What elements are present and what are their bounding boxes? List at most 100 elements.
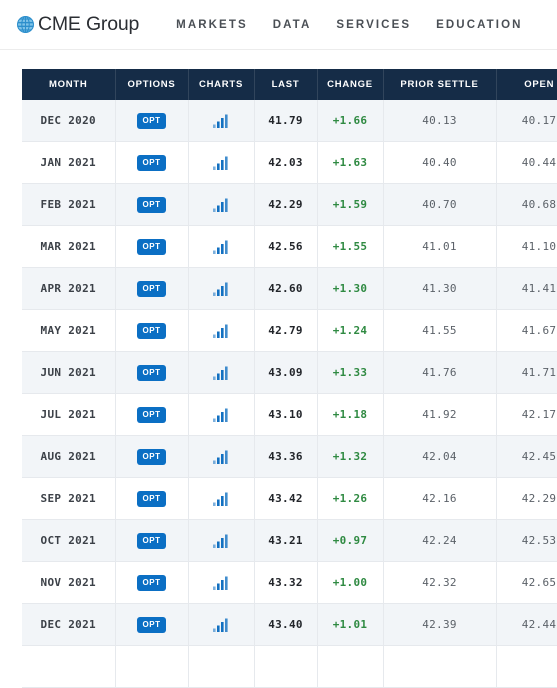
cell-change: +1.01 <box>317 603 384 646</box>
cell-last: 41.79 <box>254 100 318 142</box>
bar-chart-icon[interactable] <box>212 366 230 380</box>
cell-charts <box>188 351 255 394</box>
bar-chart-icon[interactable] <box>212 198 230 212</box>
cell-options: OPT <box>115 393 189 436</box>
cell-change: +1.24 <box>317 309 384 352</box>
cell-change: +1.66 <box>317 100 384 142</box>
brand-name: CME Group <box>38 13 140 35</box>
table-row[interactable]: JUL 2021 OPT 43.10 +1.18 41.92 42.17 <box>22 393 557 436</box>
cell-change: +1.18 <box>317 393 384 436</box>
opt-badge-button[interactable]: OPT <box>136 154 167 171</box>
column-header-change[interactable]: CHANGE <box>317 69 384 100</box>
table-row[interactable]: MAR 2021 OPT 42.56 +1.55 41.01 41.10 <box>22 225 557 268</box>
cell-options: OPT <box>115 603 189 646</box>
column-header-options[interactable]: OPTIONS <box>115 69 189 100</box>
opt-badge-button[interactable]: OPT <box>136 238 167 255</box>
table-row[interactable]: MAY 2021 OPT 42.79 +1.24 41.55 41.67 <box>22 309 557 352</box>
opt-badge-button[interactable]: OPT <box>136 532 167 549</box>
brand-logo[interactable]: CME Group <box>17 13 139 36</box>
cell-last: 42.79 <box>254 309 318 352</box>
cell-last: 43.40 <box>254 603 318 646</box>
opt-badge-button[interactable]: OPT <box>136 112 167 129</box>
bar-chart-icon[interactable] <box>212 156 230 170</box>
cell-prior-settle: 42.32 <box>383 561 497 604</box>
nav-item-education[interactable]: EDUCATION <box>436 19 522 31</box>
quotes-table-head: MONTH OPTIONS CHARTS LAST CHANGE PRIOR S… <box>22 69 557 100</box>
cell-last: 43.32 <box>254 561 318 604</box>
table-row[interactable]: JAN 2021 OPT 42.03 +1.63 40.40 40.44 <box>22 141 557 184</box>
cell-prior-settle: 40.13 <box>383 100 497 142</box>
opt-badge-button[interactable]: OPT <box>136 196 167 213</box>
opt-badge-button[interactable]: OPT <box>136 616 167 633</box>
bar-chart-icon[interactable] <box>212 114 230 128</box>
cell-empty <box>383 645 497 688</box>
opt-badge-button[interactable]: OPT <box>136 280 167 297</box>
cell-open: 42.45 <box>496 435 557 478</box>
opt-badge-button[interactable]: OPT <box>136 574 167 591</box>
cell-prior-settle: 42.04 <box>383 435 497 478</box>
cell-last: 43.36 <box>254 435 318 478</box>
table-row[interactable]: SEP 2021 OPT 43.42 +1.26 42.16 42.29 <box>22 477 557 520</box>
cell-prior-settle: 42.24 <box>383 519 497 562</box>
bar-chart-icon[interactable] <box>212 240 230 254</box>
cell-change: +0.97 <box>317 519 384 562</box>
bar-chart-icon[interactable] <box>212 576 230 590</box>
cell-open: 40.44 <box>496 141 557 184</box>
opt-badge-button[interactable]: OPT <box>136 406 167 423</box>
cell-prior-settle: 40.70 <box>383 183 497 226</box>
opt-badge-button[interactable]: OPT <box>136 490 167 507</box>
table-row[interactable]: NOV 2021 OPT 43.32 +1.00 42.32 42.65 <box>22 561 557 604</box>
column-header-prior-settle[interactable]: PRIOR SETTLE <box>383 69 497 100</box>
cell-month: SEP 2021 <box>22 477 116 520</box>
table-row[interactable] <box>22 645 557 688</box>
cell-last: 43.42 <box>254 477 318 520</box>
nav-item-services[interactable]: SERVICES <box>336 19 411 31</box>
table-row[interactable]: JUN 2021 OPT 43.09 +1.33 41.76 41.71 <box>22 351 557 394</box>
cell-open: 42.53 <box>496 519 557 562</box>
cell-empty <box>22 645 116 688</box>
globe-icon <box>17 16 34 33</box>
opt-badge-button[interactable]: OPT <box>136 322 167 339</box>
table-row[interactable]: DEC 2020 OPT 41.79 +1.66 40.13 40.17 <box>22 100 557 142</box>
column-header-open[interactable]: OPEN <box>496 69 557 100</box>
table-row[interactable]: OCT 2021 OPT 43.21 +0.97 42.24 42.53 <box>22 519 557 562</box>
column-header-last[interactable]: LAST <box>254 69 318 100</box>
opt-badge-button[interactable]: OPT <box>136 364 167 381</box>
cell-month: MAY 2021 <box>22 309 116 352</box>
cell-charts <box>188 603 255 646</box>
bar-chart-icon[interactable] <box>212 492 230 506</box>
cell-options: OPT <box>115 477 189 520</box>
cell-open: 42.65 <box>496 561 557 604</box>
cell-options: OPT <box>115 100 189 142</box>
bar-chart-icon[interactable] <box>212 450 230 464</box>
cell-prior-settle: 41.30 <box>383 267 497 310</box>
cell-prior-settle: 41.55 <box>383 309 497 352</box>
bar-chart-icon[interactable] <box>212 324 230 338</box>
cell-month: DEC 2020 <box>22 100 116 142</box>
column-header-month[interactable]: MONTH <box>22 69 116 100</box>
bar-chart-icon[interactable] <box>212 282 230 296</box>
opt-badge-button[interactable]: OPT <box>136 448 167 465</box>
bar-chart-icon[interactable] <box>212 408 230 422</box>
cell-open: 40.68 <box>496 183 557 226</box>
table-row[interactable]: APR 2021 OPT 42.60 +1.30 41.30 41.41 <box>22 267 557 310</box>
cell-charts <box>188 309 255 352</box>
cell-month: APR 2021 <box>22 267 116 310</box>
cell-last: 42.60 <box>254 267 318 310</box>
nav-item-markets[interactable]: MARKETS <box>176 19 248 31</box>
table-row[interactable]: FEB 2021 OPT 42.29 +1.59 40.70 40.68 <box>22 183 557 226</box>
cell-month: JUN 2021 <box>22 351 116 394</box>
quotes-table: MONTH OPTIONS CHARTS LAST CHANGE PRIOR S… <box>22 69 557 688</box>
cell-prior-settle: 41.76 <box>383 351 497 394</box>
table-row[interactable]: AUG 2021 OPT 43.36 +1.32 42.04 42.45 <box>22 435 557 478</box>
bar-chart-icon[interactable] <box>212 618 230 632</box>
cell-charts <box>188 435 255 478</box>
cell-charts <box>188 141 255 184</box>
table-row[interactable]: DEC 2021 OPT 43.40 +1.01 42.39 42.44 <box>22 603 557 646</box>
cell-options: OPT <box>115 183 189 226</box>
cell-open: 41.10 <box>496 225 557 268</box>
nav-item-data[interactable]: DATA <box>273 19 312 31</box>
column-header-charts[interactable]: CHARTS <box>188 69 255 100</box>
site-header: CME Group MARKETS DATA SERVICES EDUCATIO… <box>0 0 557 50</box>
bar-chart-icon[interactable] <box>212 534 230 548</box>
